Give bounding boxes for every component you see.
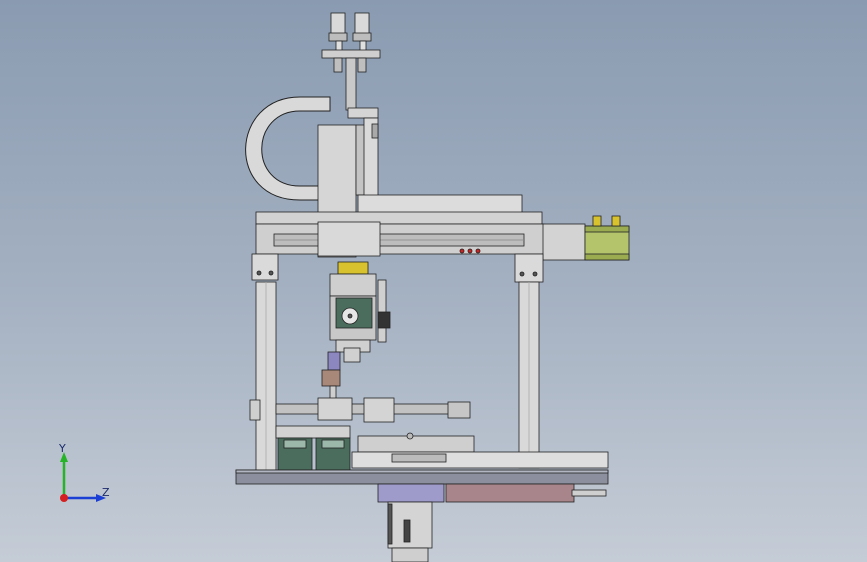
horizontal-cylinder[interactable] [249,397,471,423]
right-column[interactable] [518,281,540,469]
left-column-bracket[interactable] [251,253,279,281]
top-adjuster-assembly[interactable] [321,12,381,119]
left-column[interactable] [255,281,277,473]
servo-motor[interactable] [542,215,630,261]
lower-lift-cylinder[interactable] [377,483,445,562]
vertical-rod[interactable] [321,347,361,407]
lower-rodless-cylinder[interactable] [445,483,607,503]
y-axis-label: Y [59,442,66,455]
fixture-blocks[interactable] [275,425,351,471]
graphics-viewport[interactable]: Y Z [0,0,867,562]
top-horizontal-beam[interactable] [255,194,545,257]
indexing-table[interactable] [351,432,609,469]
orientation-triad[interactable]: Y Z [50,440,120,510]
cad-assembly-model[interactable] [0,0,867,562]
right-column-bracket[interactable] [514,253,544,283]
cable-drag-chain[interactable] [245,96,331,201]
gripper-head[interactable] [329,261,391,353]
base-plate[interactable] [235,469,609,485]
z-axis-label: Z [102,486,110,499]
